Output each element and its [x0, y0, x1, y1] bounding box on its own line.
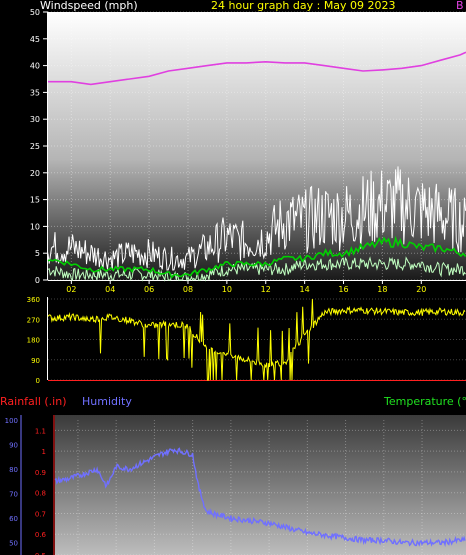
x-tick-label: 18 — [377, 285, 387, 294]
wind-y-tick-label: 10 — [30, 222, 40, 231]
humidity-y-tick-label: 50 — [9, 540, 18, 548]
wind-y-tick-label: 30 — [30, 115, 40, 124]
wind-y-tick-label: 50 — [30, 8, 40, 17]
x-tick-label: 10 — [222, 285, 232, 294]
x-tick-label: 12 — [261, 285, 271, 294]
x-tick-label: 02 — [66, 285, 76, 294]
graph-title: 24 hour graph day : May 09 2023 — [211, 0, 396, 12]
humidity-y-tick-label: 80 — [9, 466, 18, 474]
x-tick-label: 16 — [338, 285, 348, 294]
wind-y-tick-label: 35 — [30, 88, 40, 97]
wind-y-tick-label: 0 — [35, 276, 40, 285]
dir-y-tick-label: 90 — [31, 357, 40, 365]
rainfall-y-tick-label: 0.6 — [35, 531, 47, 539]
wind-y-tick-label: 20 — [30, 169, 40, 178]
dir-y-tick-label: 360 — [27, 296, 40, 304]
rainfall-y-tick-label: 1.1 — [35, 427, 46, 435]
wind-y-tick-label: 15 — [30, 196, 40, 205]
pressure-label-fragment: B — [456, 0, 464, 12]
direction-plot-area — [48, 297, 466, 381]
wind-y-tick-label: 5 — [35, 249, 40, 258]
rainfall-y-tick-label: 0.7 — [35, 510, 46, 518]
x-tick-label: 06 — [144, 285, 154, 294]
humidity-y-tick-label: 90 — [9, 442, 18, 450]
humidity-y-tick-label: 60 — [9, 515, 18, 523]
rainfall-y-tick-label: 1 — [42, 448, 46, 456]
humidity-y-tick-label: 70 — [9, 491, 18, 499]
x-tick-label: 08 — [183, 285, 193, 294]
dir-y-tick-label: 180 — [27, 337, 40, 345]
windspeed-label: Windspeed (mph) — [40, 0, 138, 12]
x-tick-label: 20 — [416, 285, 426, 294]
humidity-y-tick-label: 100 — [5, 417, 18, 425]
dir-y-tick-label: 270 — [27, 316, 40, 324]
wind-y-tick-label: 40 — [30, 62, 40, 71]
weather-graph: 0510152025303540455002 04 06 08 10 12 14 16 18 20… — [5, 8, 466, 555]
x-tick-label: 14 — [300, 285, 310, 294]
wind-y-tick-label: 45 — [30, 35, 40, 44]
dir-y-tick-label: 0 — [36, 377, 40, 385]
wind-y-tick-label: 25 — [30, 142, 40, 151]
humidity-label: Humidity — [82, 395, 132, 408]
rainfall-y-tick-label: 0.9 — [35, 469, 46, 477]
rainfall-label: Rainfall (.in) — [0, 395, 67, 408]
temperature-label: Temperature (°F) — [384, 395, 466, 408]
x-tick-label: 04 — [105, 285, 115, 294]
rainfall-y-tick-label: 0.8 — [35, 490, 46, 498]
